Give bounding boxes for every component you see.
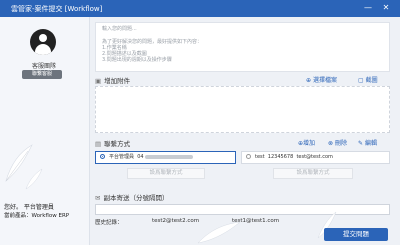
placeholder-line: 3.問題出現的週期以及操作步驟 xyxy=(102,57,172,64)
edit-contact-link[interactable]: ✎ 編輯 xyxy=(358,138,377,147)
attachment-icon: ▣ xyxy=(95,77,102,85)
radio-selected-icon[interactable] xyxy=(100,154,105,159)
history-label: 歷史記錄： xyxy=(95,220,123,226)
avatar-head xyxy=(39,34,47,42)
title-bar: 雲管家-案件提交 [Workflow] — ✕ xyxy=(0,0,400,17)
contact-name: 平台管理員 xyxy=(109,154,135,160)
cc-header: ✉ 副本寄送（分號隔開） xyxy=(95,192,168,202)
set-default-contact-button[interactable]: 設爲聯繫方式 xyxy=(127,168,205,179)
contact-phone-prefix: 04 xyxy=(137,154,144,160)
screenshot-link[interactable]: ▢ 截圖 xyxy=(358,75,378,84)
delete-contact-label: 刪除 xyxy=(334,140,347,147)
avatar xyxy=(30,29,56,55)
delete-contact-link[interactable]: ⊗ 刪除 xyxy=(328,138,347,147)
select-file-link[interactable]: ⊕ 選擇檔案 xyxy=(306,75,337,84)
attachment-drop-zone[interactable] xyxy=(95,86,390,133)
attachment-header: ▣ 增加附件 xyxy=(95,75,130,85)
description-textarea[interactable]: 輸入您的問題... 為了更好解決您的問題，最好提供如下內容： 1.作業名稱 2.… xyxy=(95,22,390,72)
contact-email: test@test.com xyxy=(296,154,333,160)
cc-input[interactable] xyxy=(95,204,390,215)
contact-card-icon: ▤ xyxy=(95,140,102,148)
minimize-icon[interactable]: — xyxy=(362,2,374,14)
attachment-title: 增加附件 xyxy=(104,77,131,85)
add-contact-link[interactable]: ⊕增加 xyxy=(298,138,315,147)
current-product: 當前產品：Workflow ERP xyxy=(4,213,70,219)
cc-title: 副本寄送（分號隔開） xyxy=(103,194,169,202)
contact-title: 聯繫方式 xyxy=(104,140,131,148)
submit-button[interactable]: 提交問題 xyxy=(324,228,388,241)
contact-header: ▤ 聯繫方式 xyxy=(95,138,130,148)
sidebar: 客服團隊 聯繫客服 您好。 平台管理員 當前產品：Workflow ERP xyxy=(0,17,90,245)
feather-icon xyxy=(25,168,43,190)
contact-name: test xyxy=(255,154,265,160)
add-contact-label: 增加 xyxy=(303,140,316,147)
greeting-text: 您好。 平台管理員 xyxy=(4,204,54,211)
feather-icon xyxy=(197,221,241,244)
window-title: 雲管家-案件提交 [Workflow] xyxy=(11,5,103,13)
contact-card[interactable]: test 12345678 test@test.com xyxy=(241,151,390,164)
contact-phone: 12345678 xyxy=(267,154,294,160)
set-default-contact-button[interactable]: 設爲聯繫方式 xyxy=(273,168,353,179)
history-item[interactable]: test2@test2.com xyxy=(152,218,199,224)
mail-icon: ✉ xyxy=(95,194,101,202)
select-file-label: 選擇檔案 xyxy=(312,77,337,84)
redacted-phone xyxy=(145,154,194,159)
contact-support-button[interactable]: 聯繫客服 xyxy=(22,70,62,79)
avatar-body xyxy=(35,44,51,55)
contact-card[interactable]: 平台管理員 04 xyxy=(95,151,236,164)
screenshot-label: 截圖 xyxy=(365,77,378,84)
agent-name: 客服團隊 xyxy=(31,63,56,70)
edit-contact-label: 編輯 xyxy=(364,140,377,147)
close-icon[interactable]: ✕ xyxy=(380,2,392,14)
radio-icon[interactable] xyxy=(246,154,251,159)
